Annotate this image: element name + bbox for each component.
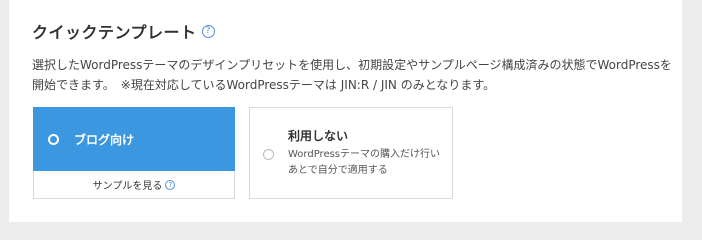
template-option-description: WordPressテーマの購入だけ行い あとで自分で適用する — [288, 149, 441, 176]
help-icon[interactable]: ? — [201, 24, 215, 38]
section-description: 選択したWordPressテーマのデザインプリセットを使用し、初期設定やサンプル… — [32, 58, 672, 92]
template-option-blog-header[interactable]: ブログ向け — [33, 107, 235, 171]
template-option-label: ブログ向け — [74, 132, 135, 147]
quick-template-panel: クイックテンプレート ? 選択したWordPressテーマのデザインプリセットを… — [9, 0, 682, 222]
radio-selected-icon[interactable] — [48, 133, 59, 145]
sample-help-icon[interactable]: ? — [165, 179, 176, 190]
view-sample-label[interactable]: サンプルを見る — [93, 177, 163, 192]
view-sample-link[interactable]: サンプルを見る ? — [34, 171, 234, 198]
section-header: クイックテンプレート ? — [32, 19, 215, 43]
template-option-blog[interactable]: ブログ向け サンプルを見る ? — [33, 107, 235, 199]
template-option-label: 利用しない — [288, 129, 349, 143]
section-title: クイックテンプレート — [32, 23, 197, 42]
template-option-none[interactable]: 利用しない WordPressテーマの購入だけ行い あとで自分で適用する — [249, 107, 453, 199]
radio-unselected-icon[interactable] — [263, 149, 274, 160]
